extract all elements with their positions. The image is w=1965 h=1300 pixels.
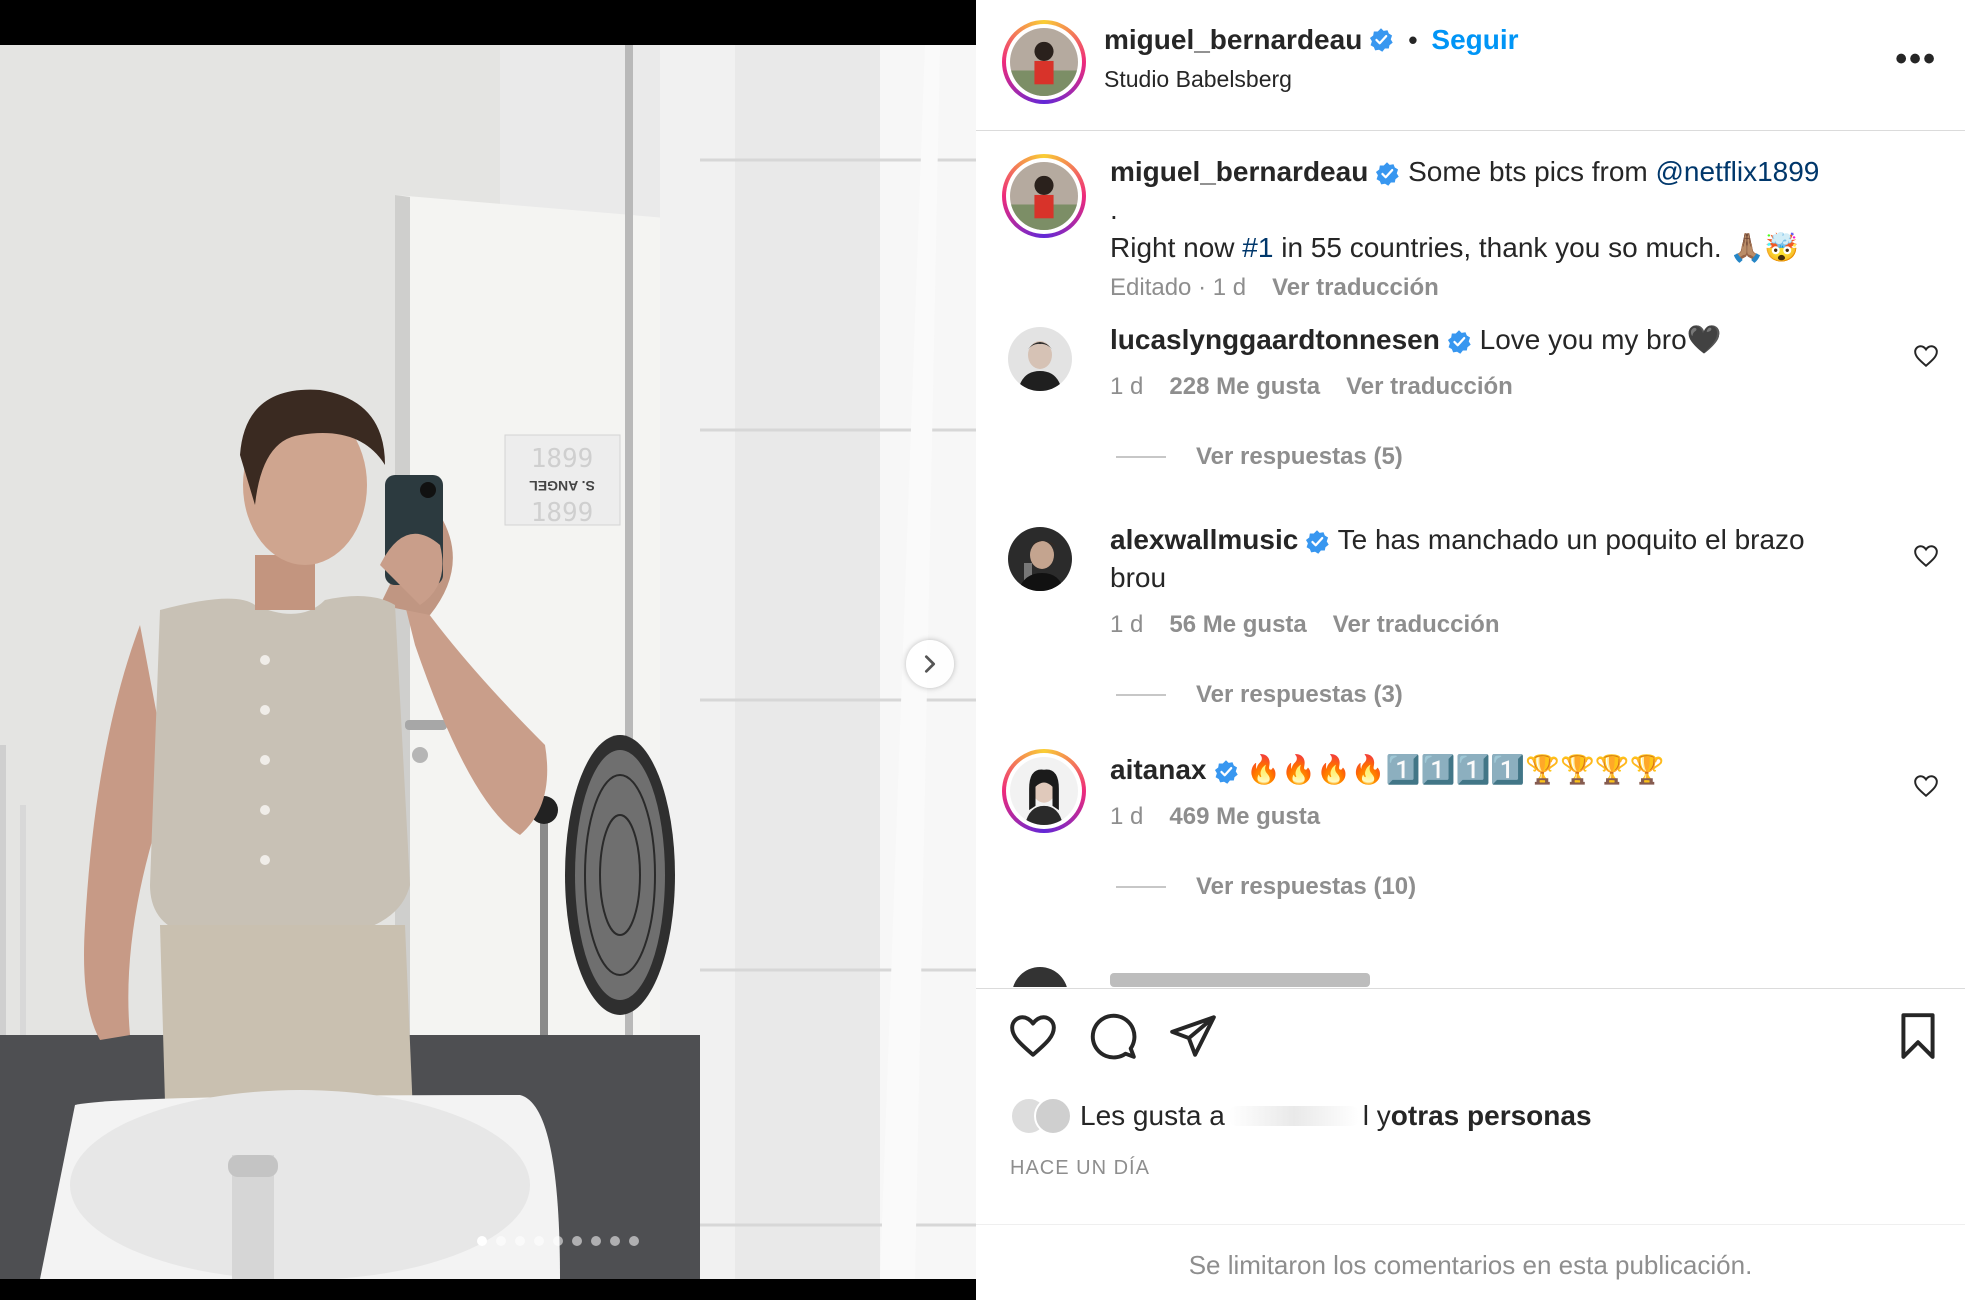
likes-summary[interactable]: Les gusta a l y otras personas: [1010, 1097, 1592, 1135]
likes-others-link[interactable]: otras personas: [1391, 1100, 1592, 1132]
comments-limited-notice: Se limitaron los comentarios en esta pub…: [976, 1224, 1965, 1300]
commenter-avatar-image: [1008, 527, 1072, 591]
comment-like-heart-icon[interactable]: [1913, 773, 1939, 799]
verified-badge-icon: [1306, 529, 1330, 554]
replies-divider: [1116, 886, 1166, 888]
svg-text:1899: 1899: [531, 444, 594, 474]
post-photo[interactable]: 1899 S. ANGEL 1899: [0, 45, 976, 1279]
photo-panel: 1899 S. ANGEL 1899: [0, 0, 976, 1300]
comment-time: 1 d: [1110, 611, 1144, 638]
comments-limited-text: Se limitaron los comentarios en esta pub…: [1188, 1250, 1753, 1280]
comment-likes[interactable]: 469 Me gusta: [1169, 803, 1320, 831]
slide-indicator-dot: [629, 1236, 639, 1246]
caption-text: Some bts pics from: [1400, 156, 1656, 187]
caption: miguel_bernardeau Some bts pics from @ne…: [976, 154, 1965, 301]
slide-indicators: [0, 1236, 976, 1246]
commenter-avatar[interactable]: [1008, 327, 1072, 391]
header-separator: •: [1408, 24, 1418, 55]
comment-like-heart-icon[interactable]: [1913, 543, 1939, 569]
view-replies-button[interactable]: Ver respuestas (5): [1116, 443, 1403, 471]
liker-avatar: [1034, 1097, 1072, 1135]
comment-likes[interactable]: 228 Me gusta: [1169, 373, 1320, 401]
comment-text: Love you my bro🖤: [1479, 324, 1722, 355]
slide-indicator-dot: [477, 1236, 487, 1246]
next-slide-button[interactable]: [906, 640, 954, 688]
comment-translate-link[interactable]: Ver traducción: [1333, 611, 1500, 639]
view-replies-button[interactable]: Ver respuestas (10): [1116, 873, 1416, 901]
post-actions: Les gusta a l y otras personas HACE UN D…: [976, 988, 1965, 1223]
verified-badge-icon: [1214, 759, 1238, 784]
commenter-avatar[interactable]: [1012, 967, 1068, 987]
replies-divider: [1116, 456, 1166, 458]
post-location[interactable]: Studio Babelsberg: [1104, 66, 1292, 93]
verified-badge-icon: [1370, 28, 1394, 52]
caption-translate-link[interactable]: Ver traducción: [1272, 274, 1439, 302]
caption-text: .: [1110, 194, 1118, 225]
author-avatar[interactable]: [1002, 20, 1086, 104]
comment-text: Te has manchado un poquito el brazo: [1337, 524, 1805, 555]
commenter-username[interactable]: alexwallmusic: [1110, 524, 1298, 555]
caption-username[interactable]: miguel_bernardeau: [1110, 156, 1368, 187]
commenter-username[interactable]: lucaslynggaardtonnesen: [1110, 324, 1440, 355]
slide-indicator-dot: [496, 1236, 506, 1246]
view-replies-label: Ver respuestas (3): [1196, 681, 1403, 708]
commenter-avatar[interactable]: [1008, 527, 1072, 591]
slide-indicator-dot: [572, 1236, 582, 1246]
commenter-avatar[interactable]: [1002, 749, 1086, 833]
comment-item-partial: [976, 967, 1965, 987]
liker-username-blurred[interactable]: [1228, 1106, 1359, 1126]
comment-text: brou: [1110, 562, 1167, 593]
caption-mention-link[interactable]: @netflix1899: [1656, 156, 1820, 187]
svg-text:S. ANGEL: S. ANGEL: [529, 478, 595, 494]
view-replies-button[interactable]: Ver respuestas (3): [1116, 681, 1403, 709]
comment-time: 1 d: [1110, 803, 1144, 830]
likes-suffix: l y: [1362, 1100, 1391, 1131]
more-options-button[interactable]: •••: [1895, 40, 1937, 79]
comment-bubble-icon[interactable]: [1088, 1011, 1138, 1061]
author-avatar-image: [1010, 28, 1078, 96]
slide-indicator-dot: [610, 1236, 620, 1246]
comments-list: miguel_bernardeau Some bts pics from @ne…: [976, 132, 1965, 987]
author-username[interactable]: miguel_bernardeau: [1104, 24, 1362, 56]
slide-indicator-dot: [591, 1236, 601, 1246]
view-replies-label: Ver respuestas (5): [1196, 443, 1403, 470]
post-side-panel: miguel_bernardeau • Seguir Studio Babels…: [976, 0, 1965, 1300]
comment-time: 1 d: [1110, 373, 1144, 400]
verified-badge-icon: [1376, 161, 1400, 186]
commenter-username[interactable]: aitanax: [1110, 754, 1207, 785]
comment-translate-link[interactable]: Ver traducción: [1346, 373, 1513, 401]
like-heart-icon[interactable]: [1008, 1011, 1058, 1061]
comment-item: alexwallmusic Te has manchado un poquito…: [976, 524, 1965, 757]
verified-badge-icon: [1447, 329, 1471, 354]
comment-like-heart-icon[interactable]: [1913, 343, 1939, 369]
share-send-icon[interactable]: [1168, 1011, 1218, 1061]
door-sign: 1899 S. ANGEL 1899: [504, 434, 621, 528]
caption-text: Right now: [1110, 232, 1243, 263]
comment-item: aitanax 🔥🔥🔥🔥1️⃣1️⃣1️⃣1️⃣🏆🏆🏆🏆 1 d 469 Me …: [976, 749, 1965, 957]
comment-item: lucaslynggaardtonnesen Love you my bro🖤 …: [976, 324, 1965, 527]
svg-text:1899: 1899: [531, 498, 594, 528]
caption-avatar[interactable]: [1002, 154, 1086, 238]
comment-likes[interactable]: 56 Me gusta: [1169, 611, 1306, 639]
likes-prefix: Les gusta a: [1080, 1100, 1225, 1131]
post-date[interactable]: HACE UN DÍA: [1010, 1157, 1150, 1180]
more-options-icon: •••: [1895, 40, 1937, 78]
commenter-avatar-image: [1008, 327, 1072, 391]
chevron-right-icon: [924, 655, 936, 673]
caption-text: in 55 countries, thank you so much. 🙏🏽🤯: [1273, 232, 1800, 263]
save-bookmark-icon[interactable]: [1893, 1011, 1943, 1061]
follow-button[interactable]: Seguir: [1431, 24, 1518, 56]
caption-edited-time: Editado · 1 d: [1110, 274, 1247, 301]
slide-indicator-dot: [534, 1236, 544, 1246]
caption-avatar-image: [1010, 162, 1078, 230]
post-header: miguel_bernardeau • Seguir Studio Babels…: [976, 0, 1965, 131]
comment-text: 🔥🔥🔥🔥1️⃣1️⃣1️⃣1️⃣🏆🏆🏆🏆: [1246, 754, 1665, 785]
commenter-username[interactable]: [1110, 973, 1370, 987]
slide-indicator-dot: [553, 1236, 563, 1246]
commenter-avatar-image: [1010, 757, 1078, 825]
slide-indicator-dot: [515, 1236, 525, 1246]
view-replies-label: Ver respuestas (10): [1196, 873, 1417, 900]
replies-divider: [1116, 694, 1166, 696]
caption-hashtag-link[interactable]: #1: [1242, 232, 1273, 263]
